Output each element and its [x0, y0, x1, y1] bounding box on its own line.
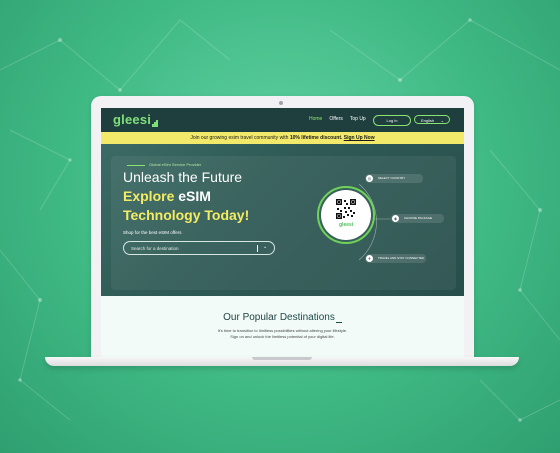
step-label: SELECT COUNTRY: [378, 176, 406, 180]
nav-link-offers[interactable]: Offers: [329, 116, 343, 122]
step-travel-connected: ✈ TRAVEL AND STAY CONNECTED: [365, 254, 426, 263]
login-button[interactable]: Log in: [373, 115, 411, 126]
title-underscore: [335, 322, 342, 323]
chevron-down-icon: ⌄: [440, 118, 444, 123]
brand-logo[interactable]: gleesi: [113, 112, 159, 127]
nav-link-home[interactable]: Home: [309, 116, 322, 122]
section-title-highlight: Destinations: [279, 312, 335, 323]
nav-links: Home Offers Top Up: [309, 116, 366, 122]
qr-brand-logo: gleesi: [339, 222, 354, 228]
banner-discount: 10% lifetime discount.: [289, 135, 343, 141]
step-label: TRAVEL AND STAY CONNECTED: [378, 256, 425, 260]
globe-icon: ◎: [366, 175, 373, 182]
package-icon: ◈: [392, 215, 399, 222]
signal-bars-icon: [152, 112, 159, 127]
language-label: English: [421, 118, 435, 123]
nav-link-top-up[interactable]: Top Up: [350, 116, 366, 122]
laptop-notch: [252, 357, 312, 360]
step-label: CHOOSE PACKAGE: [404, 216, 433, 220]
website-screen: gleesi Home Offers Top Up Log in English…: [101, 108, 464, 358]
qr-code-icon: [335, 198, 357, 220]
airplane-icon: ✈: [366, 255, 373, 262]
section-title: Our Popular Destinations: [101, 312, 464, 323]
step-choose-package: ◈ CHOOSE PACKAGE: [391, 214, 444, 223]
banner-text: Join our growing esim travel community w…: [190, 135, 290, 141]
popular-destinations-section: Our Popular Destinations It's time to tr…: [101, 296, 464, 358]
language-select[interactable]: English ⌄: [414, 115, 450, 124]
camera-dot: [279, 101, 283, 105]
promo-banner: Join our growing esim travel community w…: [101, 132, 464, 144]
site-navbar: gleesi Home Offers Top Up Log in English…: [101, 108, 464, 132]
laptop-base: [45, 357, 519, 366]
section-subtitle-line2: Sign on and unlock the limitless potenti…: [230, 334, 335, 339]
section-title-prefix: Our Popular: [223, 312, 280, 323]
section-subtitle-line1: It's time to transition to limitless pos…: [217, 328, 348, 333]
laptop-mockup: gleesi Home Offers Top Up Log in English…: [91, 96, 474, 358]
hero-section: Global eSim Service Provider Unleash the…: [101, 144, 464, 296]
signup-link[interactable]: Sign Up Now: [344, 135, 375, 141]
step-select-country: ◎ SELECT COUNTRY: [365, 174, 423, 183]
